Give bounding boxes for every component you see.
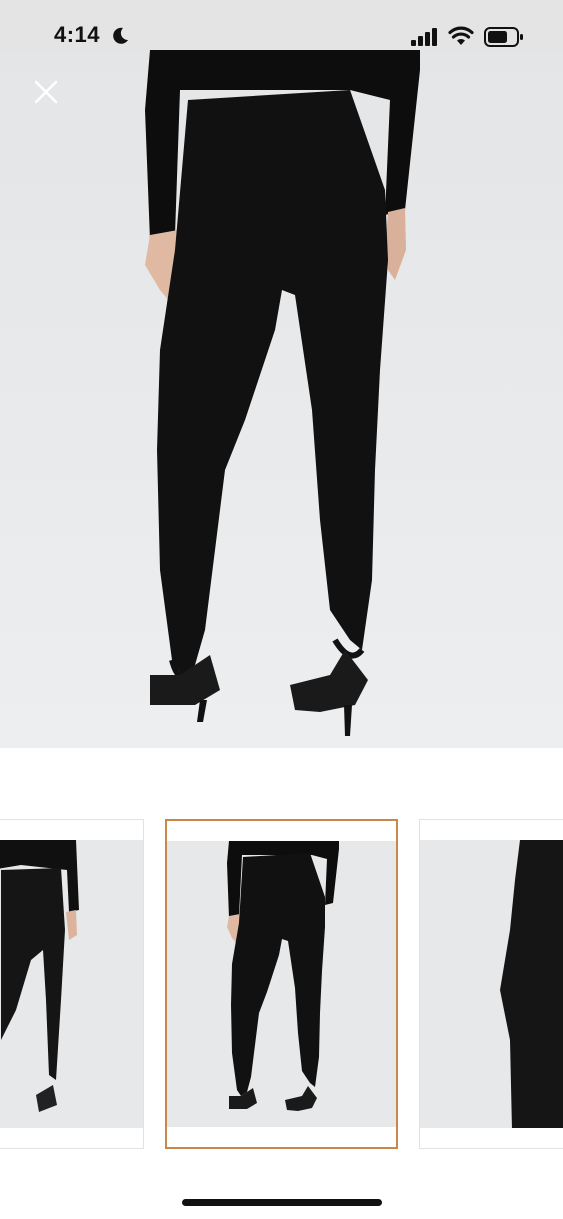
thumbnail-image <box>0 840 143 1128</box>
thumbnail-1[interactable] <box>0 819 144 1149</box>
thumbnail-image <box>167 841 396 1127</box>
product-photo <box>0 50 563 748</box>
thumbnail-image <box>420 840 563 1128</box>
close-icon <box>34 80 58 104</box>
product-main-image[interactable] <box>0 50 563 748</box>
battery-icon <box>484 27 523 47</box>
cellular-signal-icon <box>411 28 437 46</box>
status-bar: 4:14 <box>0 0 563 50</box>
home-indicator[interactable] <box>182 1199 382 1206</box>
moon-icon <box>113 27 128 44</box>
thumbnail-3[interactable] <box>419 819 563 1149</box>
close-button[interactable] <box>34 80 74 120</box>
thumbnail-2[interactable] <box>165 819 398 1149</box>
wifi-icon <box>448 26 474 45</box>
status-time: 4:14 <box>54 22 101 47</box>
